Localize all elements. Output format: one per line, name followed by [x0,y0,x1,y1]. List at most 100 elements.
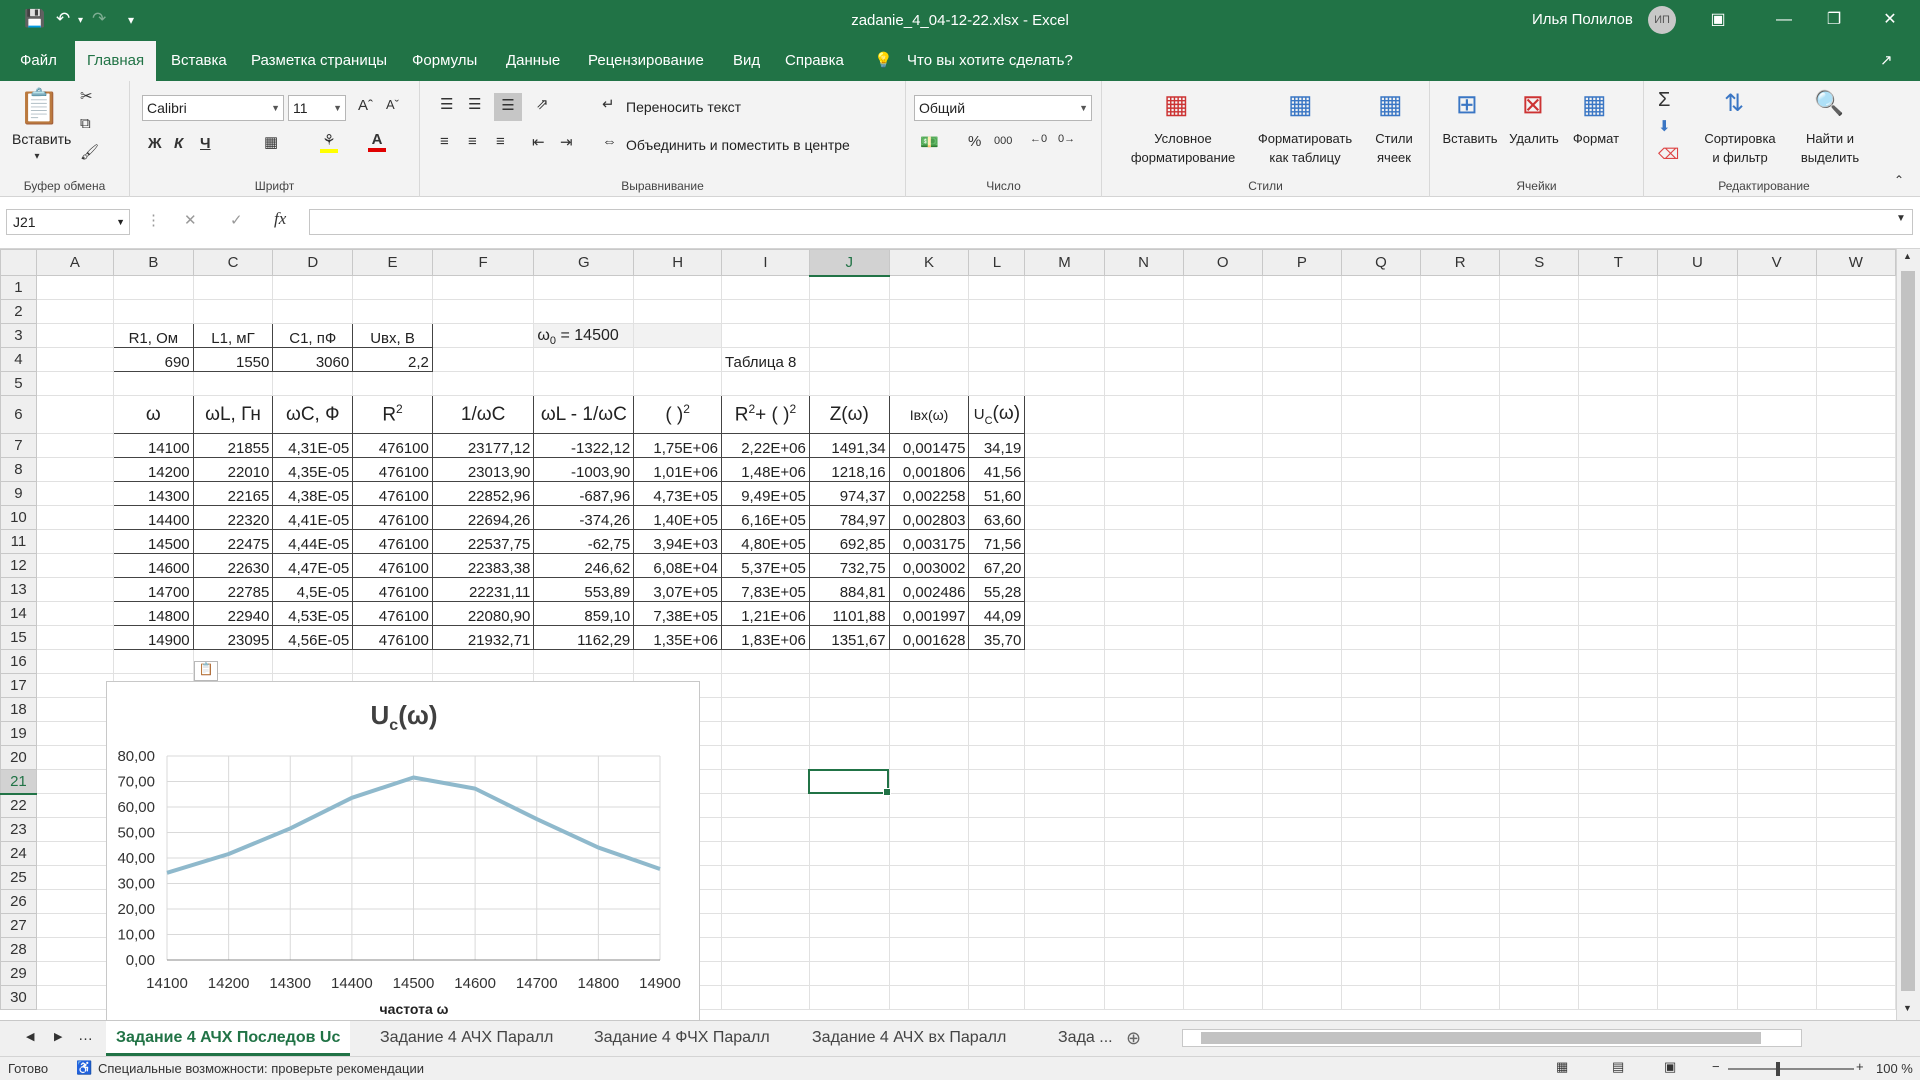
cell-k19[interactable] [888,721,970,746]
cell-n8[interactable] [1103,457,1184,482]
cell-l11[interactable]: 71,56 [968,529,1026,554]
cell-n13[interactable] [1103,577,1184,602]
cell-t24[interactable] [1578,841,1659,866]
cell-a10[interactable] [35,505,114,530]
cell-b7[interactable]: 14100 [112,433,194,458]
enter-icon[interactable]: ✓ [230,211,243,229]
percent-button[interactable]: % [968,133,981,150]
cell-u13[interactable] [1657,577,1738,602]
cell-m11[interactable] [1024,529,1105,554]
cell-w8[interactable] [1815,457,1896,482]
cell-u14[interactable] [1657,601,1738,626]
cell-t27[interactable] [1578,913,1659,938]
cell-p18[interactable] [1261,697,1342,722]
cell-w2[interactable] [1815,299,1896,324]
cell-v20[interactable] [1736,745,1817,770]
cell-l4[interactable] [968,347,1026,372]
cell-f11[interactable]: 22537,75 [431,529,535,554]
cell-a4[interactable] [35,347,114,372]
cell-v11[interactable] [1736,529,1817,554]
cell-w25[interactable] [1815,865,1896,890]
cell-a14[interactable] [35,601,114,626]
cell-m25[interactable] [1024,865,1105,890]
cell-h6[interactable]: ( )2 [633,395,723,434]
column-header-w[interactable]: W [1815,249,1896,276]
row-header-30[interactable]: 30 [0,985,37,1010]
cell-i11[interactable]: 4,80E+05 [721,529,810,554]
cell-k2[interactable] [888,299,970,324]
cell-q4[interactable] [1340,347,1422,372]
cell-k13[interactable]: 0,002486 [888,577,970,602]
cell-a18[interactable] [35,697,114,722]
cell-k1[interactable] [888,275,970,300]
cell-u12[interactable] [1657,553,1738,578]
cell-t12[interactable] [1578,553,1659,578]
scroll-up-icon[interactable]: ▲ [1903,251,1912,261]
cell-n23[interactable] [1103,817,1184,842]
cell-r16[interactable] [1420,649,1501,674]
cell-s8[interactable] [1499,457,1580,482]
cell-i1[interactable] [721,275,810,300]
cell-a3[interactable] [35,323,114,348]
cell-i5[interactable] [721,371,810,396]
cell-t3[interactable] [1578,323,1659,348]
cell-o14[interactable] [1182,601,1263,626]
cell-m7[interactable] [1024,433,1105,458]
underline-button[interactable]: Ч [200,135,211,152]
cell-l12[interactable]: 67,20 [968,553,1026,578]
cell-p21[interactable] [1261,769,1342,794]
tab-home[interactable]: Главная [75,41,157,81]
row-header-6[interactable]: 6 [0,395,37,434]
cell-w19[interactable] [1815,721,1896,746]
cell-t28[interactable] [1578,937,1659,962]
decrease-font-icon[interactable]: Aˇ [386,97,399,112]
row-header-18[interactable]: 18 [0,697,37,722]
cell-v22[interactable] [1736,793,1817,818]
align-middle-icon[interactable]: ☰ [468,95,481,113]
cell-j5[interactable] [808,371,890,396]
increase-decimal-icon[interactable]: ←0 [1030,133,1047,145]
cell-r2[interactable] [1420,299,1501,324]
cell-v12[interactable] [1736,553,1817,578]
cell-o9[interactable] [1182,481,1263,506]
cell-v30[interactable] [1736,985,1817,1010]
cell-i14[interactable]: 1,21E+06 [721,601,810,626]
cell-v6[interactable] [1736,395,1817,434]
cell-n6[interactable] [1103,395,1184,434]
cell-l30[interactable] [968,985,1026,1010]
conditional-format-icon[interactable]: ▦ [1164,89,1189,120]
cell-j29[interactable] [808,961,890,986]
cell-w23[interactable] [1815,817,1896,842]
cell-k16[interactable] [888,649,970,674]
cell-t11[interactable] [1578,529,1659,554]
paste-icon[interactable]: 📋 [18,87,60,127]
cell-o4[interactable] [1182,347,1263,372]
cell-b12[interactable]: 14600 [112,553,194,578]
column-header-b[interactable]: B [112,249,194,276]
cell-k8[interactable]: 0,001806 [888,457,970,482]
cancel-icon[interactable]: ✕ [184,211,197,229]
cell-j8[interactable]: 1218,16 [808,457,890,482]
cell-s3[interactable] [1499,323,1580,348]
cell-v10[interactable] [1736,505,1817,530]
column-header-l[interactable]: L [968,249,1026,276]
column-header-g[interactable]: G [533,249,635,276]
cell-t15[interactable] [1578,625,1659,650]
cell-t20[interactable] [1578,745,1659,770]
cell-n10[interactable] [1103,505,1184,530]
cell-s14[interactable] [1499,601,1580,626]
cell-w5[interactable] [1815,371,1896,396]
cell-m1[interactable] [1024,275,1105,300]
column-header-k[interactable]: K [888,249,970,276]
cell-u8[interactable] [1657,457,1738,482]
cell-s30[interactable] [1499,985,1580,1010]
page-layout-view-icon[interactable]: ▤ [1612,1059,1624,1075]
cell-a30[interactable] [35,985,114,1010]
cell-w13[interactable] [1815,577,1896,602]
cell-r4[interactable] [1420,347,1501,372]
cell-p14[interactable] [1261,601,1342,626]
cell-i10[interactable]: 6,16E+05 [721,505,810,530]
cell-s4[interactable] [1499,347,1580,372]
cell-p6[interactable] [1261,395,1342,434]
cell-v29[interactable] [1736,961,1817,986]
